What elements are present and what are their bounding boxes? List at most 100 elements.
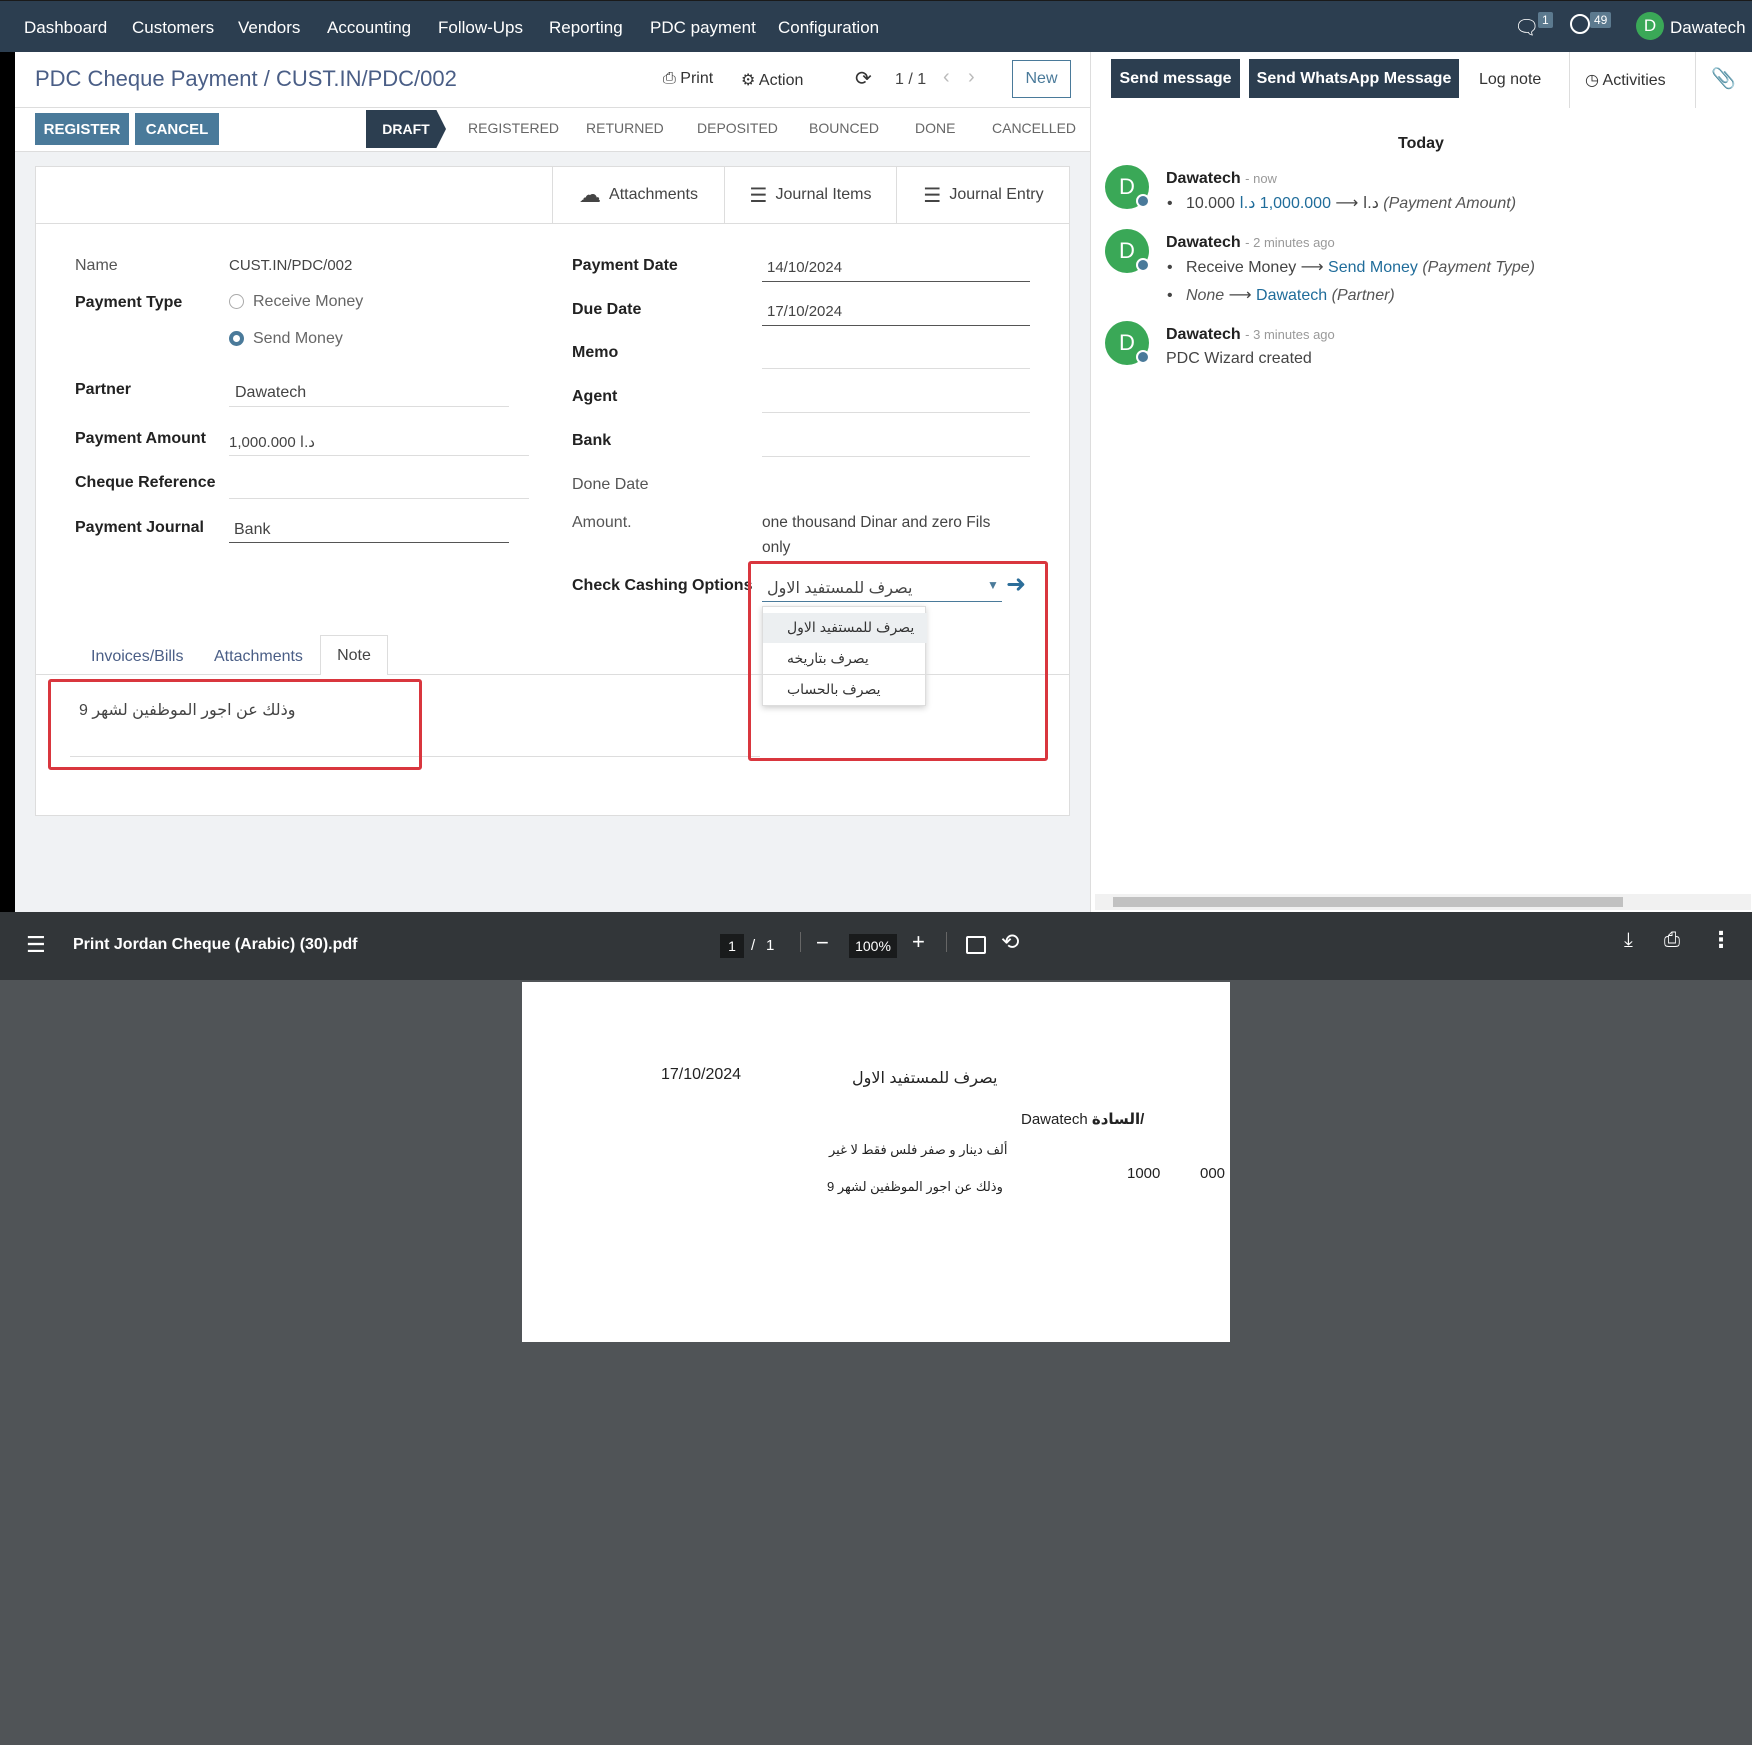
receive-money-label[interactable]: Receive Money [253, 293, 363, 311]
payment-type-label: Payment Type [75, 294, 183, 311]
message-author: Dawatech - 2 minutes ago [1166, 234, 1335, 251]
pager-next-icon[interactable]: › [968, 66, 975, 89]
print-button[interactable]: ⎙ Print [663, 70, 713, 88]
zoom-out-icon[interactable]: − [816, 930, 829, 956]
messages-badge: 1 [1538, 12, 1553, 28]
register-button[interactable]: REGISTER [35, 113, 129, 145]
nav-item-pdc-payment[interactable]: PDC payment [650, 18, 756, 38]
breadcrumb-separator: / [263, 66, 270, 91]
print-icon[interactable]: ⎙ [1664, 929, 1680, 952]
zoom-in-icon[interactable]: + [912, 929, 925, 955]
clock-icon: ◷ [1585, 72, 1599, 89]
tab-attachments[interactable]: Attachments [214, 648, 303, 666]
send-message-button[interactable]: Send message [1111, 59, 1240, 98]
cheque-amount-number: 1000 [1127, 1165, 1161, 1182]
amount-words-label: Amount. [572, 514, 632, 531]
avatar: D [1105, 229, 1150, 273]
partner-field[interactable]: Dawatech [235, 384, 306, 402]
pdf-page-input[interactable]: 1 [720, 934, 744, 958]
tracking-value: • Receive Money ⟶ Send Money (Payment Ty… [1167, 259, 1535, 276]
due-date-field[interactable]: 17/10/2024 [767, 303, 842, 320]
due-date-underline [762, 325, 1030, 326]
activities-badge: 49 [1590, 12, 1612, 28]
clock-icon[interactable] [1570, 14, 1590, 34]
download-icon[interactable]: ⤓ [1624, 929, 1633, 952]
bank-field[interactable] [762, 456, 1030, 457]
cheque-note: وذلك عن اجور الموظفين لشهر 9 [827, 1179, 1003, 1194]
nav-item-configuration[interactable]: Configuration [778, 18, 879, 38]
send-whatsapp-button[interactable]: Send WhatsApp Message [1249, 59, 1459, 98]
nav-item-reporting[interactable]: Reporting [549, 18, 623, 38]
payment-journal-field[interactable]: Bank [234, 521, 270, 539]
list-icon: ☰ [923, 184, 942, 207]
chatter-panel: Send message Send WhatsApp Message Log n… [1090, 52, 1752, 912]
message-author: Dawatech - 3 minutes ago [1166, 326, 1335, 343]
journal-entry-smart-button[interactable]: ☰ Journal Entry [896, 166, 1070, 224]
status-bounced[interactable]: BOUNCED [809, 120, 879, 136]
activities-button[interactable]: ◷ Activities [1585, 70, 1666, 90]
payment-journal-label: Payment Journal [75, 519, 204, 536]
gear-icon: ⚙ [741, 72, 756, 89]
status-draft[interactable]: DRAFT [366, 110, 446, 148]
chat-icon[interactable]: 🗨 [1514, 15, 1539, 40]
name-value: CUST.IN/PDC/002 [229, 257, 353, 274]
tracking-value: • None ⟶ Dawatech (Partner) [1167, 287, 1395, 304]
nav-item-customers[interactable]: Customers [132, 18, 214, 38]
pager-prev-icon[interactable]: ‹ [943, 66, 950, 89]
radio-receive-money[interactable] [229, 294, 244, 309]
horizontal-scrollbar[interactable] [1095, 894, 1751, 910]
breadcrumb-parent[interactable]: PDC Cheque Payment [35, 66, 258, 91]
user-name[interactable]: Dawatech [1670, 18, 1746, 38]
cheque-amount-words: ألف دينار و صفر فلس فقط لا غير [829, 1142, 1008, 1157]
today-separator: Today [1398, 135, 1444, 152]
attachments-smart-button[interactable]: ☁ Attachments [552, 166, 724, 224]
pdf-filename: Print Jordan Cheque (Arabic) (30).pdf [73, 936, 358, 953]
pager[interactable]: 1 / 1 [895, 71, 926, 89]
send-money-label[interactable]: Send Money [253, 330, 343, 348]
menu-icon[interactable]: ☰ [26, 932, 46, 958]
fit-page-icon[interactable] [966, 936, 986, 954]
payment-date-label: Payment Date [572, 257, 678, 274]
status-returned[interactable]: RETURNED [586, 120, 664, 136]
nav-item-vendors[interactable]: Vendors [238, 18, 300, 38]
status-registered[interactable]: REGISTERED [468, 120, 559, 136]
bank-label: Bank [572, 432, 612, 449]
journal-items-smart-button[interactable]: ☰ Journal Items [724, 166, 896, 224]
cashing-highlight-box [748, 561, 1048, 761]
nav-item-accounting[interactable]: Accounting [327, 18, 411, 38]
chatter-divider [1569, 52, 1570, 108]
message-body: PDC Wizard created [1166, 350, 1312, 367]
list-icon: ☰ [749, 184, 768, 207]
paperclip-icon[interactable]: 📎 [1711, 66, 1736, 91]
partner-underline [229, 406, 509, 407]
user-avatar[interactable]: D [1636, 12, 1664, 40]
cheque-reference-label: Cheque Reference [75, 474, 216, 491]
status-deposited[interactable]: DEPOSITED [697, 120, 778, 136]
rotate-icon[interactable]: ⟲ [1001, 929, 1019, 955]
log-note-button[interactable]: Log note [1479, 71, 1541, 89]
action-button[interactable]: ⚙ Action [741, 70, 803, 90]
cheque-reference-field[interactable] [229, 498, 529, 499]
zoom-level[interactable]: 100% [849, 934, 897, 958]
nav-item-follow-ups[interactable]: Follow-Ups [438, 18, 523, 38]
memo-field[interactable] [762, 368, 1030, 369]
cancel-button[interactable]: CANCEL [135, 113, 219, 145]
agent-label: Agent [572, 388, 618, 405]
form-area: PDC Cheque Payment / CUST.IN/PDC/002 ⎙ P… [15, 52, 1090, 912]
agent-field[interactable] [762, 412, 1030, 413]
radio-send-money[interactable] [229, 331, 244, 346]
toolbar-divider [946, 932, 947, 952]
avatar: D [1105, 165, 1150, 209]
nav-item-dashboard[interactable]: Dashboard [24, 18, 107, 38]
status-done[interactable]: DONE [915, 120, 955, 136]
more-options-icon[interactable]: ⋮ [1710, 927, 1732, 953]
scrollbar-thumb[interactable] [1113, 897, 1623, 907]
refresh-icon[interactable]: ⟳ [855, 66, 872, 91]
new-button[interactable]: New [1012, 60, 1071, 98]
tab-note[interactable]: Note [320, 635, 388, 675]
status-cancelled[interactable]: CANCELLED [992, 120, 1076, 136]
payment-date-field[interactable]: 14/10/2024 [767, 259, 842, 276]
tab-invoices-bills[interactable]: Invoices/Bills [91, 648, 183, 666]
payment-amount-field[interactable]: د.ا 1,000.000 [229, 433, 315, 451]
amount-words-line1: one thousand Dinar and zero Fils [762, 514, 991, 531]
